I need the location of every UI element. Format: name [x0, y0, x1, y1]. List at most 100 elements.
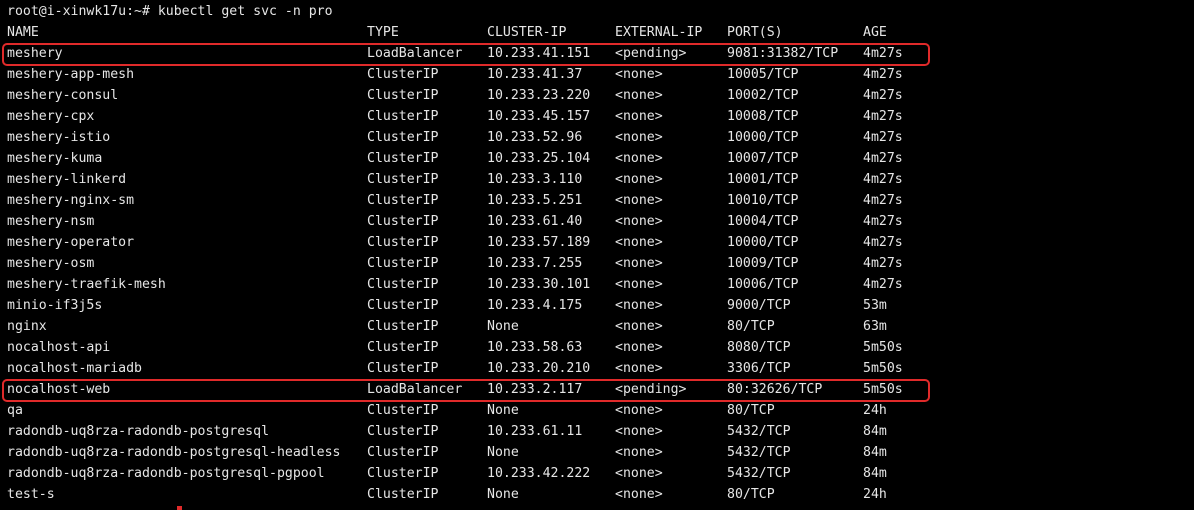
cell-age: 4m27s — [863, 109, 903, 124]
cell-name: radondb-uq8rza-radondb-postgresql — [7, 424, 270, 439]
cell-ports: 10006/TCP — [727, 277, 799, 292]
cell-age: 4m27s — [863, 277, 903, 292]
cell-ports: 5432/TCP — [727, 445, 791, 460]
cell-cluster-ip: 10.233.3.110 — [487, 172, 583, 187]
cell-type: ClusterIP — [367, 298, 439, 313]
cell-age: 4m27s — [863, 193, 903, 208]
header-ports: PORT(S) — [727, 25, 783, 40]
cell-ports: 10008/TCP — [727, 109, 799, 124]
cell-ports: 9081:31382/TCP — [727, 46, 839, 61]
cell-age: 4m27s — [863, 256, 903, 271]
cell-name: meshery-app-mesh — [7, 67, 135, 82]
cell-external-ip: <none> — [615, 403, 663, 418]
cell-ports: 10004/TCP — [727, 214, 799, 229]
cell-age: 4m27s — [863, 46, 903, 61]
cell-cluster-ip: 10.233.42.222 — [487, 466, 591, 481]
cell-cluster-ip: 10.233.61.11 — [487, 424, 583, 439]
cell-cluster-ip: 10.233.52.96 — [487, 130, 583, 145]
cell-ports: 80:32626/TCP — [727, 382, 823, 397]
table-row: meshery-osm ClusterIP 10.233.7.255 <none> 10… — [0, 253, 1194, 274]
terminal-window[interactable]: root@i-xinwk17u:~# kubectl get svc -n pr… — [0, 0, 1194, 510]
table-row: nocalhost-mariadb ClusterIP 10.233.20.210 <… — [0, 358, 1194, 379]
cell-external-ip: <none> — [615, 88, 663, 103]
table-row: meshery-cpx ClusterIP 10.233.45.157 <none> 1… — [0, 106, 1194, 127]
table-row: meshery-nginx-sm ClusterIP 10.233.5.251 <no… — [0, 190, 1194, 211]
cell-name: qa — [7, 403, 23, 418]
cell-name: nocalhost-mariadb — [7, 361, 142, 376]
cell-name: meshery-operator — [7, 235, 135, 250]
cell-cluster-ip: None — [487, 319, 519, 334]
cell-name: meshery-osm — [7, 256, 95, 271]
table-row: meshery-consul ClusterIP 10.233.23.220 <non… — [0, 85, 1194, 106]
cell-ports: 10005/TCP — [727, 67, 799, 82]
cell-cluster-ip: 10.233.5.251 — [487, 193, 583, 208]
cell-external-ip: <none> — [615, 256, 663, 271]
cell-type: ClusterIP — [367, 130, 439, 145]
cell-type: ClusterIP — [367, 319, 439, 334]
cell-name: meshery — [7, 46, 63, 61]
cell-age: 4m27s — [863, 214, 903, 229]
cell-name: radondb-uq8rza-radondb-postgresql-headle… — [7, 445, 341, 460]
cell-external-ip: <none> — [615, 172, 663, 187]
cell-external-ip: <none> — [615, 67, 663, 82]
cell-type: ClusterIP — [367, 256, 439, 271]
table-row: meshery LoadBalancer 10.233.41.151 <pending… — [0, 43, 1194, 64]
table-row: meshery-linkerd ClusterIP 10.233.3.110 <non… — [0, 169, 1194, 190]
cell-age: 4m27s — [863, 172, 903, 187]
cell-name: test-s — [7, 487, 55, 502]
cell-name: meshery-nsm — [7, 214, 95, 229]
table-row: meshery-operator ClusterIP 10.233.57.189 <n… — [0, 232, 1194, 253]
cell-cluster-ip: 10.233.7.255 — [487, 256, 583, 271]
cell-age: 5m50s — [863, 361, 903, 376]
cell-ports: 8080/TCP — [727, 340, 791, 355]
table-row: nocalhost-web LoadBalancer 10.233.2.117 <pe… — [0, 379, 1194, 400]
header-type: TYPE — [367, 25, 399, 40]
cell-external-ip: <none> — [615, 193, 663, 208]
cell-age: 4m27s — [863, 235, 903, 250]
cell-ports: 10000/TCP — [727, 235, 799, 250]
cell-type: ClusterIP — [367, 340, 439, 355]
cell-age: 4m27s — [863, 151, 903, 166]
cell-type: ClusterIP — [367, 109, 439, 124]
cell-ports: 10002/TCP — [727, 88, 799, 103]
cell-cluster-ip: 10.233.41.151 — [487, 46, 591, 61]
cell-cluster-ip: 10.233.20.210 — [487, 361, 591, 376]
cell-type: ClusterIP — [367, 214, 439, 229]
cell-type: ClusterIP — [367, 487, 439, 502]
cell-cluster-ip: 10.233.23.220 — [487, 88, 591, 103]
cell-age: 4m27s — [863, 67, 903, 82]
cell-name: meshery-nginx-sm — [7, 193, 135, 208]
cell-ports: 5432/TCP — [727, 424, 791, 439]
cell-external-ip: <pending> — [615, 382, 687, 397]
cell-cluster-ip: 10.233.4.175 — [487, 298, 583, 313]
table-row: radondb-uq8rza-radondb-postgresql-pgpool… — [0, 463, 1194, 484]
table-row: meshery-traefik-mesh ClusterIP 10.233.30.1… — [0, 274, 1194, 295]
cell-cluster-ip: 10.233.2.117 — [487, 382, 583, 397]
table-row: nginx ClusterIP None <none> 80/TCP 63m — [0, 316, 1194, 337]
cell-age: 53m — [863, 298, 887, 313]
cell-ports: 10001/TCP — [727, 172, 799, 187]
cell-type: ClusterIP — [367, 67, 439, 82]
cell-ports: 5432/TCP — [727, 466, 791, 481]
cell-name: meshery-cpx — [7, 109, 95, 124]
cell-type: ClusterIP — [367, 235, 439, 250]
cell-external-ip: <none> — [615, 340, 663, 355]
cell-external-ip: <none> — [615, 445, 663, 460]
cell-type: ClusterIP — [367, 88, 439, 103]
cell-cluster-ip: 10.233.30.101 — [487, 277, 591, 292]
cell-type: ClusterIP — [367, 151, 439, 166]
cell-name: meshery-istio — [7, 130, 111, 145]
cell-age: 84m — [863, 424, 887, 439]
cell-type: LoadBalancer — [367, 46, 463, 61]
cell-type: ClusterIP — [367, 424, 439, 439]
cell-type: ClusterIP — [367, 277, 439, 292]
cell-external-ip: <pending> — [615, 46, 687, 61]
cell-type: ClusterIP — [367, 361, 439, 376]
table-row: test-s ClusterIP None <none> 80/TCP 24h — [0, 484, 1194, 505]
table-row: meshery-kuma ClusterIP 10.233.25.104 <none>… — [0, 148, 1194, 169]
cell-age: 84m — [863, 466, 887, 481]
cell-cluster-ip: None — [487, 403, 519, 418]
cell-age: 63m — [863, 319, 887, 334]
cell-age: 4m27s — [863, 88, 903, 103]
cell-name: nocalhost-web — [7, 382, 111, 397]
